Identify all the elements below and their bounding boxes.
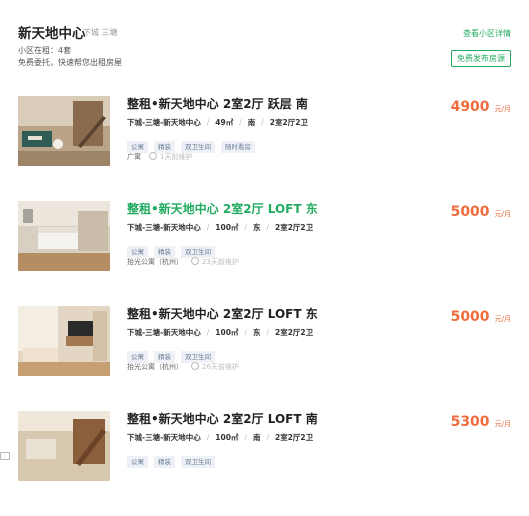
listing-meta: 下城-三塘-新天地中心/100㎡ / 东/2室2厅2卫: [127, 328, 314, 337]
price-value: 5000: [450, 204, 490, 220]
listing-layout: 2室2厅2卫: [274, 223, 314, 232]
entrust-tagline: 免费委托，快速帮您出租房屋: [18, 58, 122, 67]
agent-name: 抬光公寓（杭州）: [127, 363, 183, 371]
agent-name: 抬光公寓（杭州）: [127, 258, 183, 266]
listing-agent: 广寓 1天前维护: [127, 152, 511, 162]
price-unit: 元/月: [494, 210, 511, 218]
listing-agent: 抬光公寓（杭州） 26天前维护: [127, 362, 511, 372]
clock-icon: [191, 257, 199, 265]
price-value: 5300: [450, 414, 490, 430]
community-district: 下城 三塘: [83, 28, 118, 37]
listing-size: 100㎡: [215, 328, 239, 337]
publish-listing-button[interactable]: 免费发布房源: [451, 50, 511, 67]
clock-icon: [191, 362, 199, 370]
agent-name: 广寓: [127, 153, 141, 161]
price-value: 4900: [450, 99, 490, 115]
listing-agent: 抬光公寓（杭州） 23天前维护: [127, 257, 511, 267]
price-value: 5000: [450, 309, 490, 325]
listing-layout: 2室2厅2卫: [269, 118, 308, 127]
listing-meta: 下城-三塘-新天地中心/49㎡ / 南/2室2厅2卫: [127, 118, 308, 127]
community-title: 新天地中心: [18, 26, 86, 42]
update-time: 1天前维护: [160, 153, 193, 161]
listing-layout: 2室2厅2卫: [274, 328, 314, 337]
listing-price: 5000 元/月: [451, 306, 511, 325]
listing-orientation: 东: [252, 223, 261, 232]
feedback-icon[interactable]: [0, 452, 10, 460]
community-header: 新天地中心 下城 三塘 小区在租：4套 免费委托，快速帮您出租房屋 查看小区详情…: [18, 22, 511, 72]
listing-size: 49㎡: [215, 118, 234, 127]
listing-size: 100㎡: [215, 433, 239, 442]
community-detail-link[interactable]: 查看小区详情: [463, 28, 511, 39]
listing-photo[interactable]: [18, 411, 110, 481]
listing-orientation: 南: [247, 118, 256, 127]
listing-photo[interactable]: [18, 96, 110, 166]
on-rent-count: 小区在租：4套: [18, 46, 72, 55]
listing-price: 4900 元/月: [451, 96, 511, 115]
listing-orientation: 东: [252, 328, 261, 337]
listing-tags: 公寓 精装 双卫生间: [127, 239, 511, 258]
price-unit: 元/月: [494, 105, 511, 113]
listing-tags: 公寓 精装 双卫生间: [127, 449, 511, 468]
listing-meta: 下城-三塘-新天地中心/100㎡ / 南/2室2厅2卫: [127, 433, 314, 442]
clock-icon: [149, 152, 157, 160]
update-time: 26天前维护: [202, 363, 239, 371]
update-time: 23天前维护: [202, 258, 239, 266]
listing-price: 5000 元/月: [451, 201, 511, 220]
listing-area: 下城-三塘-新天地中心: [127, 223, 201, 232]
listing-area: 下城-三塘-新天地中心: [127, 328, 201, 337]
listing-photo[interactable]: [18, 201, 110, 271]
listing-orientation: 南: [252, 433, 261, 442]
listing-area: 下城-三塘-新天地中心: [127, 433, 201, 442]
listing-area: 下城-三塘-新天地中心: [127, 118, 201, 127]
listing-list: 整租•新天地中心 2室2厅 跃层 南 下城-三塘-新天地中心/49㎡ / 南/2室2…: [18, 96, 511, 516]
listing-item[interactable]: 整租•新天地中心 2室2厅 跃层 南 下城-三塘-新天地中心/49㎡ / 南/2室2…: [18, 96, 511, 201]
listing-layout: 2室2厅2卫: [274, 433, 314, 442]
listing-tag: 双卫生间: [181, 456, 215, 468]
listing-price: 5300 元/月: [451, 411, 511, 430]
listing-tag: 精装: [154, 456, 175, 468]
listing-tag: 公寓: [127, 456, 148, 468]
listing-meta: 下城-三塘-新天地中心/100㎡ / 东/2室2厅2卫: [127, 223, 314, 232]
price-unit: 元/月: [494, 315, 511, 323]
price-unit: 元/月: [494, 420, 511, 428]
listing-item[interactable]: 整租•新天地中心 2室2厅 LOFT 东 下城-三塘-新天地中心/100㎡ / 东 /…: [18, 306, 511, 411]
listing-tags: 公寓 精装 双卫生间: [127, 344, 511, 363]
listing-size: 100㎡: [215, 223, 239, 232]
listing-tag: 随时看房: [221, 141, 255, 153]
listing-item[interactable]: 整租•新天地中心 2室2厅 LOFT 东 下城-三塘-新天地中心/100㎡ / 东 /…: [18, 201, 511, 306]
listing-tags: 公寓 精装 双卫生间 随时看房: [127, 134, 511, 153]
listing-photo[interactable]: [18, 306, 110, 376]
